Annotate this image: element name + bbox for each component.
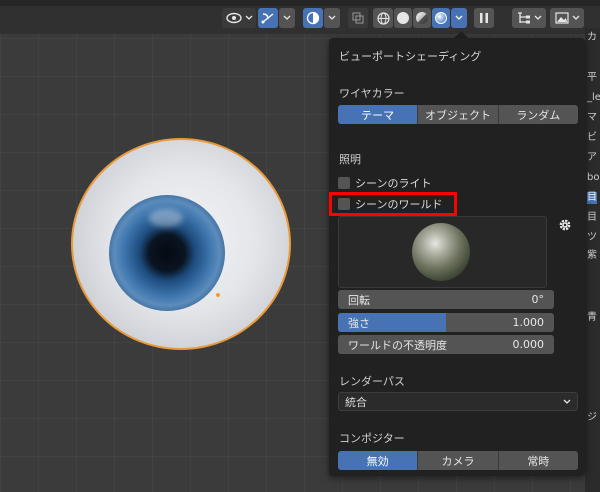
material-shading-icon — [416, 12, 428, 24]
wire-color-object-button[interactable]: オブジェクト — [417, 105, 498, 124]
chevron-down-icon — [283, 15, 291, 20]
strip-item: マ — [587, 112, 597, 123]
lighting-label: 照明 — [339, 153, 361, 166]
editor-type-selector[interactable] — [512, 8, 546, 28]
world-opacity-label: ワールドの不透明度 — [348, 338, 447, 352]
chevron-down-icon — [572, 15, 579, 20]
render-pass-label: レンダーパス — [339, 375, 405, 388]
shading-dropdown[interactable] — [451, 8, 467, 28]
overlay-toggle[interactable] — [303, 8, 323, 28]
strip-item: _le — [587, 92, 600, 103]
strip-item-selected[interactable]: 目 — [587, 192, 597, 204]
viewport-shading-popover: ビューポートシェーディング ワイヤカラー テーマ オブジェクト ランダム 照明 … — [329, 38, 585, 476]
chevron-down-icon — [245, 15, 252, 20]
overlay-dropdown[interactable] — [324, 8, 340, 28]
strip-item: bo — [587, 172, 600, 183]
xray-icon — [352, 12, 364, 24]
hdri-preview[interactable] — [338, 216, 547, 288]
gizmo-dropdown[interactable] — [279, 8, 295, 28]
compositor-selector: 無効 カメラ 常時 — [338, 451, 578, 470]
rotation-field[interactable]: 回転 0° — [338, 290, 554, 309]
display-mode-selector[interactable] — [550, 8, 584, 28]
wire-color-theme-button[interactable]: テーマ — [338, 105, 418, 124]
editor-type-icon — [517, 12, 530, 24]
wireframe-shading-icon — [376, 11, 390, 25]
chevron-down-icon — [455, 15, 463, 20]
checkbox-box[interactable] — [338, 177, 350, 189]
scene-lights-checkbox[interactable]: シーンのライト — [338, 175, 431, 191]
strip-item: ツ — [587, 232, 597, 243]
strip-item: 平 — [587, 72, 597, 83]
strip-item: 目 — [587, 212, 597, 223]
rendered-shading-icon — [435, 12, 447, 24]
scene-lights-label: シーンのライト — [355, 177, 432, 190]
wire-color-random-button[interactable]: ランダム — [497, 105, 578, 124]
overlay-icon — [306, 11, 320, 25]
gear-icon[interactable] — [558, 218, 572, 232]
compositor-always-button[interactable]: 常時 — [497, 451, 578, 470]
render-pass-value: 統合 — [345, 395, 367, 409]
world-opacity-field[interactable]: ワールドの不透明度 0.000 — [338, 335, 554, 354]
compositor-camera-button[interactable]: カメラ — [417, 451, 498, 470]
header-shade — [0, 0, 600, 6]
strip-item: 紫 — [587, 250, 597, 261]
popover-arrow — [454, 31, 468, 38]
chevron-down-icon — [534, 15, 541, 20]
chevron-down-icon — [328, 15, 336, 20]
iris — [109, 195, 225, 311]
pause-render-button[interactable] — [474, 8, 494, 28]
hdri-sphere — [412, 223, 470, 281]
strip-item: ビ — [587, 132, 597, 143]
visibility-toggle[interactable] — [222, 8, 256, 28]
annotation-highlight — [329, 192, 457, 216]
compositor-disabled-button[interactable]: 無効 — [338, 451, 418, 470]
object-origin-dot — [216, 293, 220, 297]
strip-item: ア — [587, 152, 597, 163]
wire-color-selector: テーマ オブジェクト ランダム — [338, 105, 578, 124]
rotation-value: 0° — [531, 293, 545, 306]
render-pass-dropdown[interactable]: 統合 — [338, 392, 578, 411]
world-opacity-value: 0.000 — [512, 338, 545, 351]
wire-color-label: ワイヤカラー — [339, 87, 405, 100]
compositor-label: コンポジター — [339, 432, 405, 445]
eye-icon — [225, 12, 242, 24]
iris-reflection — [149, 209, 183, 227]
gizmo-icon — [261, 13, 274, 24]
eyeball-object[interactable] — [71, 138, 291, 350]
gizmo-toggle[interactable] — [258, 8, 278, 28]
viewport-header — [0, 0, 600, 34]
rendered-shading-button[interactable] — [432, 8, 450, 28]
xray-toggle[interactable] — [348, 8, 368, 28]
solid-shading-button[interactable] — [394, 8, 412, 28]
outliner-strip[interactable]: カ 平 _le マ ビ ア bo 目 目 ツ 紫 青 ジ — [585, 28, 600, 492]
popover-title: ビューポートシェーディング — [339, 50, 482, 63]
strip-item: 青 — [587, 312, 597, 323]
material-shading-button[interactable] — [413, 8, 431, 28]
strip-item: ジ — [587, 412, 597, 423]
wireframe-shading-button[interactable] — [373, 8, 393, 28]
display-mode-icon — [554, 12, 569, 24]
strip-item: カ — [587, 32, 597, 43]
rotation-label: 回転 — [348, 293, 370, 307]
chevron-down-icon — [563, 399, 571, 404]
strength-field[interactable]: 強さ 1.000 — [338, 313, 554, 332]
solid-shading-icon — [397, 12, 409, 24]
pause-icon — [480, 13, 488, 23]
strength-label: 強さ — [348, 316, 370, 330]
strength-value: 1.000 — [512, 316, 545, 329]
